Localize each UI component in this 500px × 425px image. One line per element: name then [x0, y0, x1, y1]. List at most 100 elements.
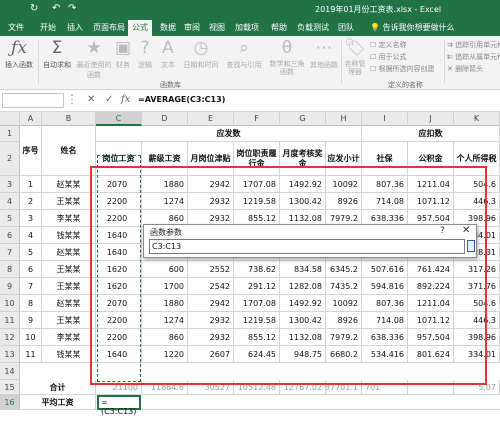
row-header[interactable]: 11 [0, 312, 20, 329]
seq-cell[interactable]: 6 [20, 261, 42, 278]
header-name[interactable]: 姓名 [42, 126, 96, 176]
row-header[interactable]: 4 [0, 193, 20, 210]
name-manager-button[interactable]: 🏷 名称管理器 [342, 38, 368, 76]
seq-cell[interactable]: 10 [20, 329, 42, 346]
tab-help[interactable]: 帮助 [271, 22, 287, 33]
row-header[interactable]: 1 [0, 126, 20, 142]
tab-file[interactable]: 文件 [8, 22, 24, 33]
name-cell[interactable]: 李某某 [42, 210, 96, 227]
seq-cell[interactable]: 11 [20, 346, 42, 363]
header-seq[interactable]: 序号 [20, 126, 42, 176]
range-input[interactable]: C3:C13 [149, 239, 465, 254]
seq-cell[interactable]: 7 [20, 278, 42, 295]
select-all-corner[interactable] [0, 112, 20, 126]
function-arguments-dialog[interactable]: 函数参数 ? ✕ C3:C13 [143, 224, 477, 258]
recent-functions-button[interactable]: ★ 最近使用的函数 [76, 38, 112, 80]
row-header[interactable]: 6 [0, 227, 20, 244]
column-header-d[interactable]: D [142, 112, 188, 126]
total-label[interactable]: 合计 [20, 380, 96, 395]
column-header-f[interactable]: F [234, 112, 280, 126]
name-box-dropdown-icon[interactable]: ⋮ [66, 92, 78, 106]
column-header-j[interactable]: J [408, 112, 454, 126]
math-trig-button[interactable]: θ 数学和三角函数 [267, 38, 307, 76]
name-cell[interactable]: 李某某 [42, 329, 96, 346]
tab-team[interactable]: 团队 [338, 22, 354, 33]
logical-button[interactable]: ? 逻辑 [134, 38, 156, 70]
trace-precedents-button[interactable]: ⇉ 追踪引用单元格 [447, 40, 500, 50]
tab-home[interactable]: 开始 [40, 22, 56, 33]
column-header-b[interactable]: B [42, 112, 96, 126]
seq-cell[interactable]: 4 [20, 227, 42, 244]
formula-input[interactable]: =AVERAGE(C3:C13) [138, 95, 225, 104]
empty-cell[interactable] [142, 395, 500, 410]
cancel-icon[interactable]: ✕ [87, 94, 95, 105]
redo-icon[interactable]: ↷ [68, 3, 76, 14]
name-cell[interactable]: 赵某某 [42, 295, 96, 312]
column-header-k[interactable]: K [454, 112, 500, 126]
name-cell[interactable]: 王某某 [42, 278, 96, 295]
name-cell[interactable]: 钱某某 [42, 227, 96, 244]
insert-function-icon[interactable]: fx [121, 94, 130, 105]
tab-review[interactable]: 审阅 [184, 22, 200, 33]
column-header-h[interactable]: H [326, 112, 362, 126]
use-in-formula-button[interactable]: ☐ 用于公式 [370, 52, 407, 62]
expand-dialog-icon[interactable] [467, 240, 475, 252]
column-header-c[interactable]: C [96, 112, 142, 126]
column-header-g[interactable]: G [280, 112, 326, 126]
tell-me-search[interactable]: 💡 告诉我你想要做什么 [370, 22, 455, 33]
row-header[interactable]: 3 [0, 176, 20, 193]
name-cell[interactable]: 赵某某 [42, 244, 96, 261]
header-payable[interactable]: 应发数 [96, 126, 362, 142]
row-header[interactable]: 2 [0, 142, 20, 176]
row-header[interactable]: 13 [0, 346, 20, 363]
seq-cell[interactable]: 2 [20, 193, 42, 210]
name-cell[interactable]: 赵某某 [42, 176, 96, 193]
row-header[interactable]: 14 [0, 363, 20, 380]
define-name-button[interactable]: ☐ 定义名称 [370, 40, 407, 50]
seq-cell[interactable]: 9 [20, 312, 42, 329]
tab-insert[interactable]: 插入 [67, 22, 83, 33]
more-functions-button[interactable]: ⋯ 其他函数 [309, 38, 339, 70]
row-header[interactable]: 16 [0, 395, 20, 410]
insert-function-button[interactable]: ƒx 插入函数 [2, 38, 36, 70]
close-icon[interactable]: ✕ [462, 225, 470, 236]
row-header[interactable]: 10 [0, 295, 20, 312]
row-header[interactable]: 15 [0, 380, 20, 395]
row-header[interactable]: 9 [0, 278, 20, 295]
tab-load-test[interactable]: 负载测试 [297, 22, 329, 33]
column-header-e[interactable]: E [188, 112, 234, 126]
help-icon[interactable]: ? [440, 226, 445, 236]
row-header[interactable]: 8 [0, 261, 20, 278]
seq-cell[interactable]: 1 [20, 176, 42, 193]
name-cell[interactable]: 王某某 [42, 312, 96, 329]
datetime-button[interactable]: ◷ 日期和时间 [181, 38, 221, 70]
tab-formulas[interactable]: 公式 [128, 20, 152, 36]
autosave-icon[interactable]: ↻ [30, 3, 38, 14]
row-header[interactable]: 5 [0, 210, 20, 227]
header-deduction[interactable]: 应扣数 [362, 126, 500, 142]
enter-icon[interactable]: ✓ [105, 94, 113, 105]
trace-dependents-button[interactable]: ⇇ 追踪从属单元格 [447, 52, 500, 62]
column-header-a[interactable]: A [20, 112, 42, 126]
column-header-i[interactable]: I [362, 112, 408, 126]
seq-cell[interactable]: 8 [20, 295, 42, 312]
tab-view[interactable]: 视图 [209, 22, 225, 33]
name-box[interactable] [2, 93, 64, 108]
autosum-button[interactable]: Σ 自动求和 [40, 38, 74, 70]
tab-page-layout[interactable]: 页面布局 [93, 22, 125, 33]
remove-arrows-button[interactable]: ✕ 删除箭头 [447, 64, 483, 74]
name-cell[interactable]: 钱某某 [42, 346, 96, 363]
name-cell[interactable]: 王某某 [42, 261, 96, 278]
active-cell-c16[interactable]: =(C3:C13) [97, 395, 141, 416]
lookup-button[interactable]: ⌕ 查找与引用 [223, 38, 265, 70]
text-functions-button[interactable]: A 文本 [157, 38, 179, 70]
row-header[interactable]: 7 [0, 244, 20, 261]
create-from-selection-button[interactable]: ☐ 根据所选内容创建 [370, 64, 435, 74]
seq-cell[interactable]: 5 [20, 244, 42, 261]
tab-addins[interactable]: 加载项 [235, 22, 259, 33]
average-label[interactable]: 平均工资 [20, 395, 96, 410]
row-header[interactable]: 12 [0, 329, 20, 346]
undo-icon[interactable]: ↶ [52, 3, 60, 14]
seq-cell[interactable]: 3 [20, 210, 42, 227]
financial-button[interactable]: ▣ 财务 [112, 38, 134, 70]
